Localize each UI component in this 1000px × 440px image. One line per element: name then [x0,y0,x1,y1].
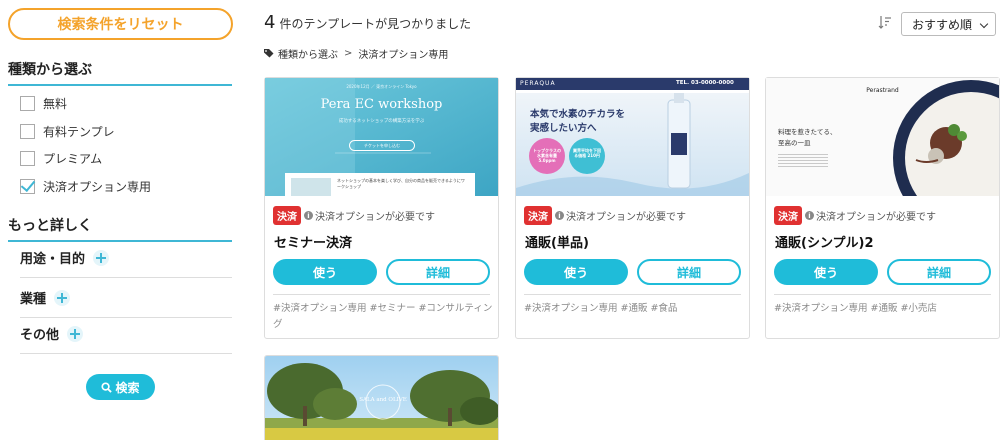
template-thumbnail[interactable]: PERAQUA TEL. 03-0000-0000 本気で水素のチカラを 実感し… [516,78,749,196]
detail-label: その他 [20,328,60,343]
result-count-text: 件のテンプレートが見つかりました [279,17,472,31]
search-button[interactable]: 検索 [86,374,155,400]
seminar-top-text: 2020年12月 ／ 東京オンライン Tokyo [346,84,417,89]
plus-icon[interactable] [93,249,110,266]
sort-value: おすすめ順 [912,17,973,32]
food-logo: Perastrand [866,87,899,94]
payment-note: 決済オプションが必要です [315,212,435,223]
payment-note: 決済オプションが必要です [566,212,686,223]
checkbox[interactable] [20,123,35,139]
sidebar: 検索条件をリセット 種類から選ぶ 無料 有料テンプレ プレミアム 決済オプション… [0,0,240,440]
template-card[interactable]: 2020年12月 ／ 東京オンライン Tokyo Pera EC worksho… [264,77,499,339]
category-item-payment-option[interactable]: 決済オプション専用 [20,173,151,201]
food-body-lines [778,152,828,168]
water-headline-1: 本気で水素のチカラを [530,109,626,120]
plus-icon[interactable] [54,289,71,306]
template-tags[interactable]: #決済オプション専用 #通販 #食品 [524,301,744,317]
seminar-logo: Pera EC workshop [320,97,443,112]
breadcrumb-separator: > [344,48,353,59]
category-item-free[interactable]: 無料 [20,90,151,118]
template-thumbnail[interactable]: Perastrand 料理を惹きたてる、 至高の一皿 [766,78,999,196]
template-card[interactable]: Perastrand 料理を惹きたてる、 至高の一皿 決済 i 決済オプションが… [765,77,1000,339]
plus-icon[interactable] [67,325,84,342]
template-card[interactable]: SALA and OLIVE [264,355,499,440]
category-item-premium[interactable]: プレミアム [20,145,151,173]
payment-badge: 決済 [273,206,301,225]
template-title: セミナー決済 [274,236,353,251]
water-phone: TEL. 03-0000-0000 [676,80,734,86]
result-count: 4 件のテンプレートが見つかりました [264,12,471,33]
use-button[interactable]: 使う [774,259,878,285]
water-bubble-1: トップクラスの水素含有量 5.0ppm [533,148,561,163]
result-count-number: 4 [264,12,276,33]
template-title: 通販(シンプル)2 [775,236,874,251]
category-label: プレミアム [43,152,103,167]
checkbox[interactable] [20,151,35,167]
water-headline-2: 実感したい方へ [530,123,597,134]
seminar-cta-button: チケットを申し込む [349,140,415,151]
payment-note: 決済オプションが必要です [816,212,936,223]
category-item-paid[interactable]: 有料テンプレ [20,118,151,146]
search-label: 検索 [115,380,140,395]
water-bubble-2: 業界平均を下回る価格 210円 [573,148,601,158]
breadcrumb-current: 決済オプション専用 [358,50,449,61]
olive-logo: SALA and OLIVE [359,397,407,403]
seminar-sub-text: 成功するネットショップの構築方法を学ぶ [338,119,425,124]
water-thumbnail-image [516,78,749,196]
detail-label: 用途・目的 [20,252,86,267]
category-list: 無料 有料テンプレ プレミアム 決済オプション専用 [20,90,151,200]
food-line-2: 至高の一皿 [778,139,811,147]
detail-button[interactable]: 詳細 [887,259,991,285]
category-section-title: 種類から選ぶ [8,59,232,86]
search-icon [101,381,113,393]
template-thumbnail[interactable]: 2020年12月 ／ 東京オンライン Tokyo Pera EC worksho… [265,78,498,196]
checkbox[interactable] [20,96,35,112]
divider [774,294,991,295]
template-card[interactable]: PERAQUA TEL. 03-0000-0000 本気で水素のチカラを 実感し… [515,77,750,339]
payment-badge-row: 決済 i 決済オプションが必要です [273,206,435,225]
category-label: 決済オプション専用 [43,179,152,194]
payment-badge-row: 決済 i 決済オプションが必要です [774,206,936,225]
detail-purpose[interactable]: 用途・目的 [20,238,232,278]
template-tags[interactable]: #決済オプション専用 #セミナー #コンサルティング [273,301,493,333]
tag-icon [264,49,274,58]
detail-industry[interactable]: 業種 [20,278,232,318]
breadcrumb-parent[interactable]: 種類から選ぶ [278,46,338,61]
use-button[interactable]: 使う [524,259,628,285]
payment-badge: 決済 [774,206,802,225]
breadcrumb: 種類から選ぶ > 決済オプション専用 [264,46,448,61]
reset-filters-button[interactable]: 検索条件をリセット [8,8,233,40]
info-icon: i [805,211,814,220]
water-logo: PERAQUA [520,80,556,87]
detail-label: 業種 [20,292,47,307]
food-line-1: 料理を惹きたてる、 [778,128,837,136]
payment-badge: 決済 [524,206,552,225]
category-label: 無料 [43,97,68,112]
sort-icon[interactable] [878,15,892,29]
detail-other[interactable]: その他 [20,314,232,354]
use-button[interactable]: 使う [273,259,377,285]
sort-select[interactable]: おすすめ順 [901,12,996,36]
category-label: 有料テンプレ [43,124,115,139]
chevron-down-icon [979,19,989,29]
payment-badge-row: 決済 i 決済オプションが必要です [524,206,686,225]
seminar-body-text: ネットショップの基本を楽しく学び、自分の商品を販売できるようにワークショップ [337,178,465,189]
divider [524,294,741,295]
detail-button[interactable]: 詳細 [637,259,741,285]
template-tags[interactable]: #決済オプション専用 #通販 #小売店 [774,301,994,317]
info-icon: i [304,211,313,220]
template-title: 通販(単品) [525,236,589,251]
divider [273,294,490,295]
detail-button[interactable]: 詳細 [386,259,490,285]
info-icon: i [555,211,564,220]
checkbox-checked[interactable] [20,178,35,194]
